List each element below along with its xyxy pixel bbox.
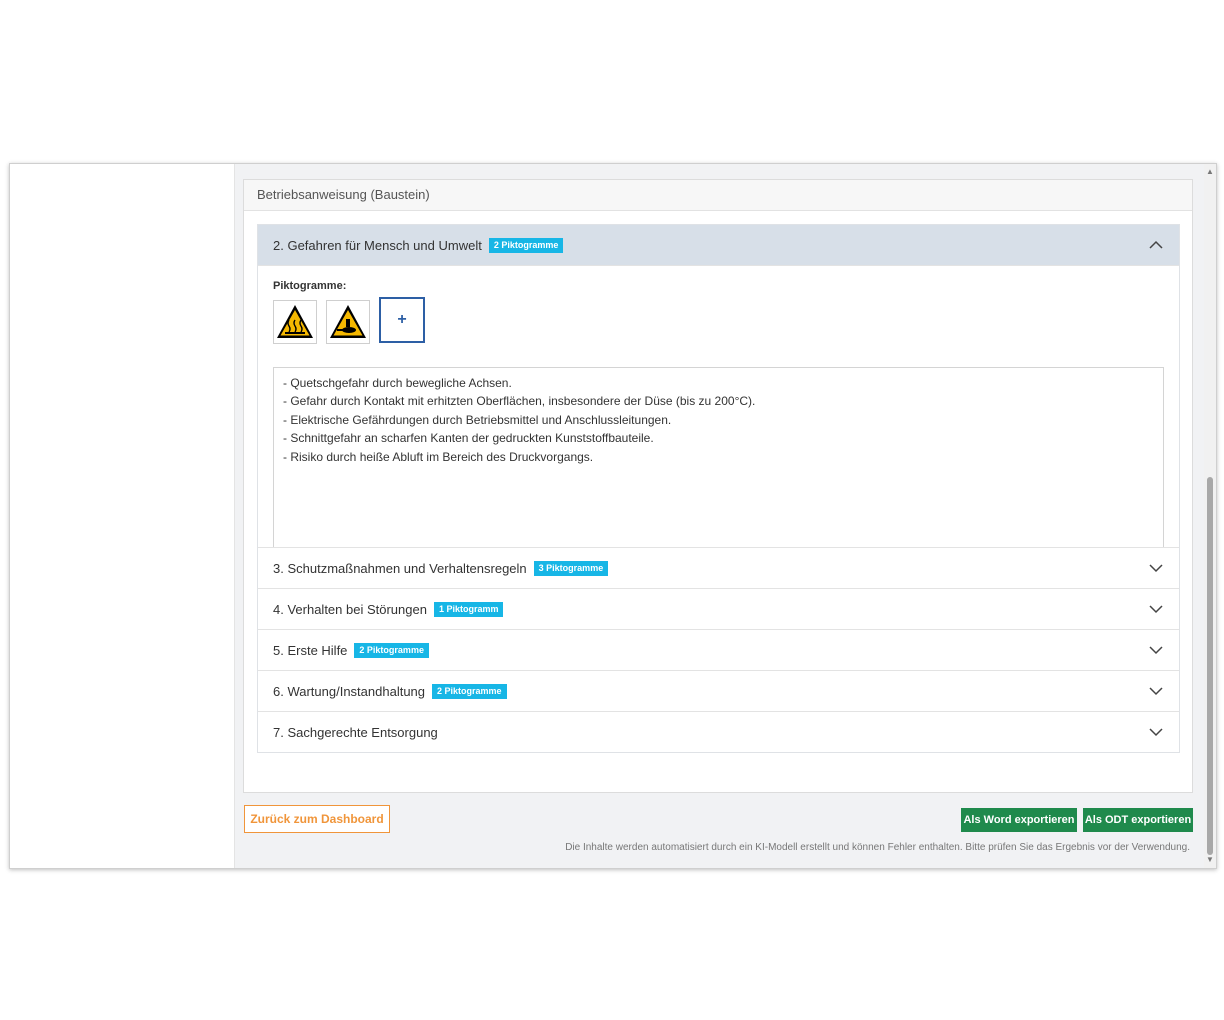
section-title: 7. Sachgerechte Entsorgung	[273, 724, 438, 740]
back-to-dashboard-button[interactable]: Zurück zum Dashboard	[244, 805, 390, 833]
chevron-down-icon[interactable]	[1149, 684, 1163, 698]
section-header-entsorgung[interactable]: 7. Sachgerechte Entsorgung	[258, 711, 1179, 752]
section-body-gefahren: Piktogramme: + - Quetschgefahr durch bew…	[258, 265, 1179, 561]
add-pictogram-button[interactable]: +	[379, 297, 425, 343]
scroll-down-icon[interactable]: ▼	[1204, 854, 1216, 866]
section-header-schutzmassnahmen[interactable]: 3. Schutzmaßnahmen und Verhaltensregeln …	[258, 547, 1179, 588]
text-line: - Gefahr durch Kontakt mit erhitzten Obe…	[283, 394, 756, 409]
main-content: Betriebsanweisung (Baustein) 2. Gefahren…	[235, 164, 1204, 868]
export-word-button[interactable]: Als Word exportieren	[961, 808, 1077, 832]
text-line: - Quetschgefahr durch bewegliche Achsen.	[283, 376, 512, 390]
section-title: 4. Verhalten bei Störungen	[273, 601, 427, 617]
section-header-gefahren[interactable]: 2. Gefahren für Mensch und Umwelt 2 Pikt…	[258, 225, 1179, 265]
pictogram-count-badge: 3 Piktogramme	[533, 560, 609, 576]
scrollbar-thumb[interactable]	[1207, 477, 1213, 855]
section-title: 5. Erste Hilfe	[273, 642, 348, 658]
pictogram-count-badge: 2 Piktogramme	[432, 683, 507, 699]
vertical-scrollbar[interactable]: ▲ ▼	[1204, 164, 1216, 868]
chevron-down-icon[interactable]	[1149, 561, 1163, 575]
section-header-stoerungen[interactable]: 4. Verhalten bei Störungen 1 Piktogramm	[258, 588, 1179, 629]
instruction-card: Betriebsanweisung (Baustein) 2. Gefahren…	[243, 179, 1193, 793]
chevron-down-icon[interactable]	[1149, 725, 1163, 739]
chevron-down-icon[interactable]	[1149, 602, 1163, 616]
hand-crush-warning-icon[interactable]	[326, 300, 370, 344]
hot-surface-warning-icon[interactable]	[273, 300, 317, 344]
pictograms-label: Piktogramme:	[273, 280, 347, 292]
chevron-up-icon[interactable]	[1149, 238, 1163, 252]
section-title: 2. Gefahren für Mensch und Umwelt	[273, 237, 482, 253]
pictogram-count-badge: 2 Piktogramme	[488, 237, 564, 253]
export-odt-button[interactable]: Als ODT exportieren	[1083, 808, 1193, 832]
card-title: Betriebsanweisung (Baustein)	[244, 180, 1192, 211]
chevron-down-icon[interactable]	[1149, 643, 1163, 657]
section-title: 6. Wartung/Instandhaltung	[273, 683, 426, 699]
text-line: - Risiko durch heiße Abluft im Bereich d…	[283, 449, 594, 464]
pictogram-count-badge: 2 Piktogramme	[354, 642, 429, 658]
sections-accordion: 2. Gefahren für Mensch und Umwelt 2 Pikt…	[257, 224, 1180, 753]
section-header-erste-hilfe[interactable]: 5. Erste Hilfe 2 Piktogramme	[258, 629, 1179, 670]
section-header-wartung[interactable]: 6. Wartung/Instandhaltung 2 Piktogramme	[258, 670, 1179, 711]
ai-disclaimer: Die Inhalte werden automatisiert durch e…	[565, 842, 1190, 853]
app-window: Betriebsanweisung (Baustein) 2. Gefahren…	[9, 163, 1217, 869]
text-line: - Elektrische Gefährdungen durch Betrieb…	[283, 412, 672, 427]
pictogram-count-badge: 1 Piktogramm	[433, 601, 504, 617]
hazards-textarea[interactable]: - Quetschgefahr durch bewegliche Achsen.…	[273, 367, 1164, 561]
text-line: - Schnittgefahr an scharfen Kanten der g…	[283, 431, 654, 446]
scroll-up-icon[interactable]: ▲	[1204, 166, 1216, 178]
section-title: 3. Schutzmaßnahmen und Verhaltensregeln	[273, 560, 527, 576]
pictogram-list: +	[273, 297, 1164, 344]
sidebar	[10, 164, 235, 868]
